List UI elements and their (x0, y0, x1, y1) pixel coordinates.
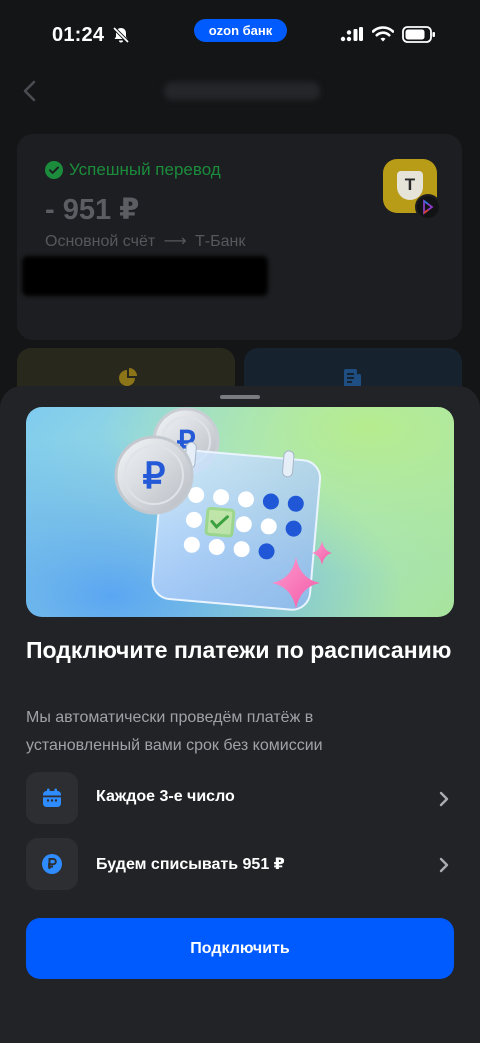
sheet-grabber[interactable] (220, 395, 260, 399)
ozon-bank-pill[interactable]: ozon банк (194, 19, 287, 42)
chevron-right-icon (439, 857, 449, 873)
option-icon-container (26, 838, 78, 890)
calendar-icon (43, 788, 61, 807)
option-schedule-date-label: Каждое 3-е число (96, 788, 235, 805)
option-icon-container (26, 772, 78, 824)
route-arrow: ⟶ (163, 233, 187, 250)
ruble-icon (42, 854, 62, 874)
battery-icon (402, 26, 435, 43)
bell-off-icon (112, 26, 130, 44)
wifi-icon (372, 26, 394, 42)
sheet-description: Мы автоматически проведём платёж в устан… (26, 709, 323, 754)
status-bar: 01:24 ozon банк (0, 0, 480, 70)
transfer-amount: - 951 ₽ (45, 194, 140, 226)
promo-banner: ₽ ₽ (26, 407, 454, 617)
route-to: Т-Банк (195, 233, 246, 250)
calendar-coins-illustration: ₽ ₽ (114, 407, 332, 611)
check-circle-icon (45, 161, 63, 179)
transfer-status-text: Успешный перевод (69, 160, 221, 179)
page-title-redacted (164, 82, 320, 100)
transfer-status: Успешный перевод (45, 160, 221, 180)
transfer-details-page: Успешный перевод - 951 ₽ Основной счёт ⟶… (0, 70, 480, 408)
connect-button[interactable]: Подключить (26, 918, 454, 979)
option-schedule-date[interactable]: Каждое 3-е число (26, 772, 454, 826)
signal-icon (340, 27, 363, 42)
receipt-icon (344, 369, 361, 387)
transfer-route: Основной счёт ⟶ Т-Банк (45, 231, 245, 251)
scheduled-payments-sheet: ₽ ₽ Подключите платежи по расписанию Мы … (0, 386, 480, 1043)
back-arrow-icon[interactable] (20, 78, 40, 104)
coin-front-symbol: ₽ (143, 455, 166, 496)
option-payment-amount[interactable]: Будем списывать 951 ₽ (26, 838, 454, 892)
route-from: Основной счёт (45, 233, 156, 250)
pie-chart-icon (119, 368, 137, 386)
chevron-right-icon (439, 791, 449, 807)
option-payment-amount-label: Будем списывать 951 ₽ (96, 856, 285, 873)
status-time: 01:24 (52, 24, 105, 46)
redacted-details (22, 256, 268, 296)
sheet-title: Подключите платежи по расписанию (26, 637, 452, 663)
sbp-icon (415, 194, 441, 220)
transfer-card: Успешный перевод - 951 ₽ Основной счёт ⟶… (17, 134, 462, 340)
